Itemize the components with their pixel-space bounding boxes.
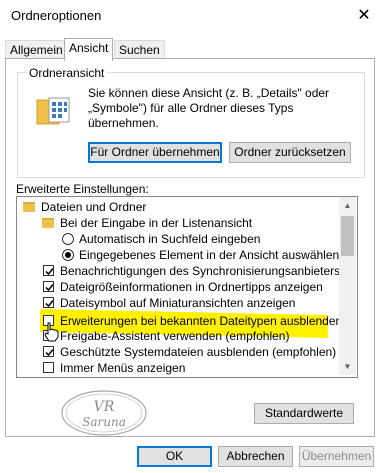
- checkbox[interactable]: [43, 265, 54, 276]
- tab-suchen[interactable]: Suchen: [114, 40, 165, 59]
- list-item-label: Immer Menüs anzeigen: [60, 361, 186, 375]
- reset-folders-button[interactable]: Ordner zurücksetzen: [229, 142, 351, 163]
- apply-to-folders-button[interactable]: Für Ordner übernehmen: [88, 142, 222, 163]
- list-item-label: Freigabe-Assistent verwenden (empfohlen): [60, 329, 290, 343]
- list-item-label: Dateien und Ordner: [41, 200, 147, 214]
- list-item[interactable]: Freigabe-Assistent verwenden (empfohlen): [17, 328, 339, 344]
- scroll-up-icon[interactable]: ▲: [339, 197, 356, 214]
- apply-button[interactable]: Übernehmen: [299, 446, 374, 467]
- list-item-label: Erweiterungen bei bekannten Dateitypen a…: [60, 314, 339, 328]
- svg-text:Saruna: Saruna: [82, 415, 126, 429]
- list-item[interactable]: Eingegebenes Element in der Ansicht ausw…: [17, 247, 339, 263]
- radio-button[interactable]: [62, 249, 74, 261]
- cancel-button[interactable]: Abbrechen: [218, 446, 293, 467]
- folder-icon: [42, 218, 54, 228]
- tree-scrollbar[interactable]: ▲ ▼: [339, 197, 356, 375]
- folder-view-title: Ordneransicht: [26, 66, 108, 80]
- checkbox[interactable]: [43, 297, 54, 308]
- checkbox[interactable]: [43, 281, 54, 292]
- window-title: Ordneroptionen: [11, 8, 102, 23]
- scroll-thumb[interactable]: [341, 216, 354, 256]
- restore-defaults-button[interactable]: Standardwerte: [254, 403, 354, 424]
- watermark-logo: VR Saruna: [61, 390, 147, 436]
- list-item-label: Eingegebenes Element in der Ansicht ausw…: [79, 248, 339, 262]
- list-item[interactable]: Geschützte Systemdateien ausblenden (emp…: [17, 344, 339, 360]
- list-item-label: Dateigrößeinformationen in Ordnertipps a…: [60, 280, 323, 294]
- list-item[interactable]: Erweiterungen bei bekannten Dateitypen a…: [17, 313, 339, 329]
- folder-icon: [23, 202, 35, 212]
- list-item[interactable]: Benachrichtigungen des Synchronisierungs…: [17, 263, 339, 279]
- list-item-label: Geschützte Systemdateien ausblenden (emp…: [60, 345, 337, 359]
- tab-ansicht[interactable]: Ansicht: [64, 38, 114, 61]
- list-item[interactable]: Dateigrößeinformationen in Ordnertipps a…: [17, 279, 339, 295]
- advanced-settings-label: Erweiterte Einstellungen:: [16, 182, 149, 196]
- tab-allgemein[interactable]: Allgemein: [5, 40, 68, 59]
- folder-view-description: Sie können diese Ansicht (z. B. „Details…: [88, 86, 358, 131]
- checkbox[interactable]: [43, 346, 54, 357]
- list-item-label: Automatisch in Suchfeld eingeben: [79, 232, 261, 246]
- list-item-label: Benachrichtigungen des Synchronisierungs…: [60, 264, 339, 278]
- scroll-down-icon[interactable]: ▼: [339, 358, 356, 375]
- list-item[interactable]: Dateisymbol auf Miniaturansichten anzeig…: [17, 295, 339, 311]
- close-button[interactable]: ✕: [352, 4, 376, 28]
- list-item[interactable]: Dateien und Ordner: [17, 199, 339, 215]
- description-line-2: „Symbole") für alle Ordner dieses Typs ü…: [88, 101, 294, 130]
- list-item[interactable]: Bei der Eingabe in der Listenansicht: [17, 215, 339, 231]
- close-icon: ✕: [357, 7, 371, 24]
- list-item-label: Bei der Eingabe in der Listenansicht: [60, 216, 253, 230]
- radio-button[interactable]: [62, 233, 74, 245]
- ok-button[interactable]: OK: [137, 446, 212, 467]
- svg-text:VR: VR: [94, 399, 115, 415]
- hand-cursor-icon: [44, 322, 59, 342]
- list-item-label: Dateisymbol auf Miniaturansichten anzeig…: [60, 296, 296, 310]
- description-line-1: Sie können diese Ansicht (z. B. „Details…: [88, 86, 330, 100]
- list-item[interactable]: Immer Menüs anzeigen: [17, 360, 339, 375]
- checkbox[interactable]: [43, 362, 54, 373]
- folder-view-icon: [36, 97, 70, 125]
- list-item[interactable]: Automatisch in Suchfeld eingeben: [17, 231, 339, 247]
